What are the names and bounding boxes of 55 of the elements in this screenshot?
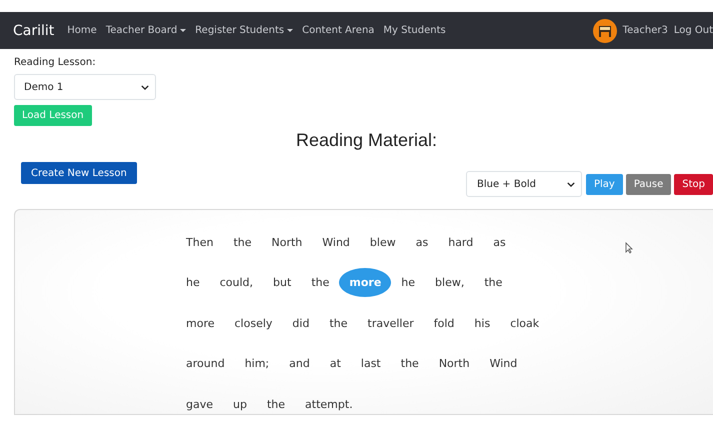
pause-button[interactable]: Pause xyxy=(626,174,672,194)
logout-link[interactable]: Log Out xyxy=(674,25,713,36)
nav-link[interactable]: Content Arena xyxy=(302,25,374,36)
word: hard xyxy=(448,234,474,251)
word: and xyxy=(289,356,310,372)
word: the xyxy=(266,396,286,413)
word: but xyxy=(273,275,292,292)
word: North xyxy=(272,234,302,251)
word: his xyxy=(474,316,490,332)
word: as xyxy=(416,234,428,251)
word: Wind xyxy=(490,356,518,372)
word: the xyxy=(329,316,348,332)
word: he xyxy=(401,275,416,292)
nav-dropdown[interactable]: Register Students xyxy=(195,25,294,36)
word: fold xyxy=(434,316,454,332)
word: at xyxy=(330,356,341,372)
cursor-icon xyxy=(625,242,633,254)
word: up xyxy=(233,396,247,413)
avatar-icon[interactable] xyxy=(592,18,617,42)
word: around xyxy=(186,356,225,372)
user-link[interactable]: Teacher3 xyxy=(622,25,668,36)
word: Wind xyxy=(322,234,350,251)
word: attempt. xyxy=(305,396,353,413)
word: Then xyxy=(186,234,214,251)
field-label: Reading Lesson: xyxy=(14,57,96,68)
word: North xyxy=(438,356,470,372)
style-select[interactable]: Blue + Bold xyxy=(466,171,582,197)
nav-link[interactable]: Home xyxy=(67,25,97,36)
word: he xyxy=(186,275,200,292)
word: traveller xyxy=(368,316,414,332)
page-heading: Reading Material: xyxy=(294,130,438,151)
chevron-down-icon xyxy=(141,84,149,90)
brand-logo[interactable]: Carilit xyxy=(13,22,54,38)
chevron-down-icon xyxy=(566,182,575,186)
word: last xyxy=(360,356,381,372)
word: the xyxy=(484,275,502,292)
word: him; xyxy=(244,356,270,372)
word: blew, xyxy=(435,275,464,292)
stop-button[interactable]: Stop xyxy=(674,174,713,194)
highlighted-word: more xyxy=(339,268,392,298)
word: blew xyxy=(370,234,396,251)
lesson-select[interactable]: Demo 1 xyxy=(14,74,156,100)
create-lesson-button[interactable]: Create New Lesson xyxy=(21,162,137,184)
word: did xyxy=(292,316,310,332)
nav-dropdown[interactable]: Teacher Board xyxy=(106,25,186,36)
word: the xyxy=(400,356,419,372)
word: as xyxy=(493,234,506,251)
word: cloak xyxy=(510,316,540,332)
word: more xyxy=(186,316,214,332)
word: the xyxy=(233,234,252,251)
nav-link[interactable]: My Students xyxy=(383,25,446,36)
word: closely xyxy=(234,316,272,332)
word: could, xyxy=(220,275,254,292)
word: the xyxy=(311,275,330,292)
word: gave xyxy=(186,396,214,413)
